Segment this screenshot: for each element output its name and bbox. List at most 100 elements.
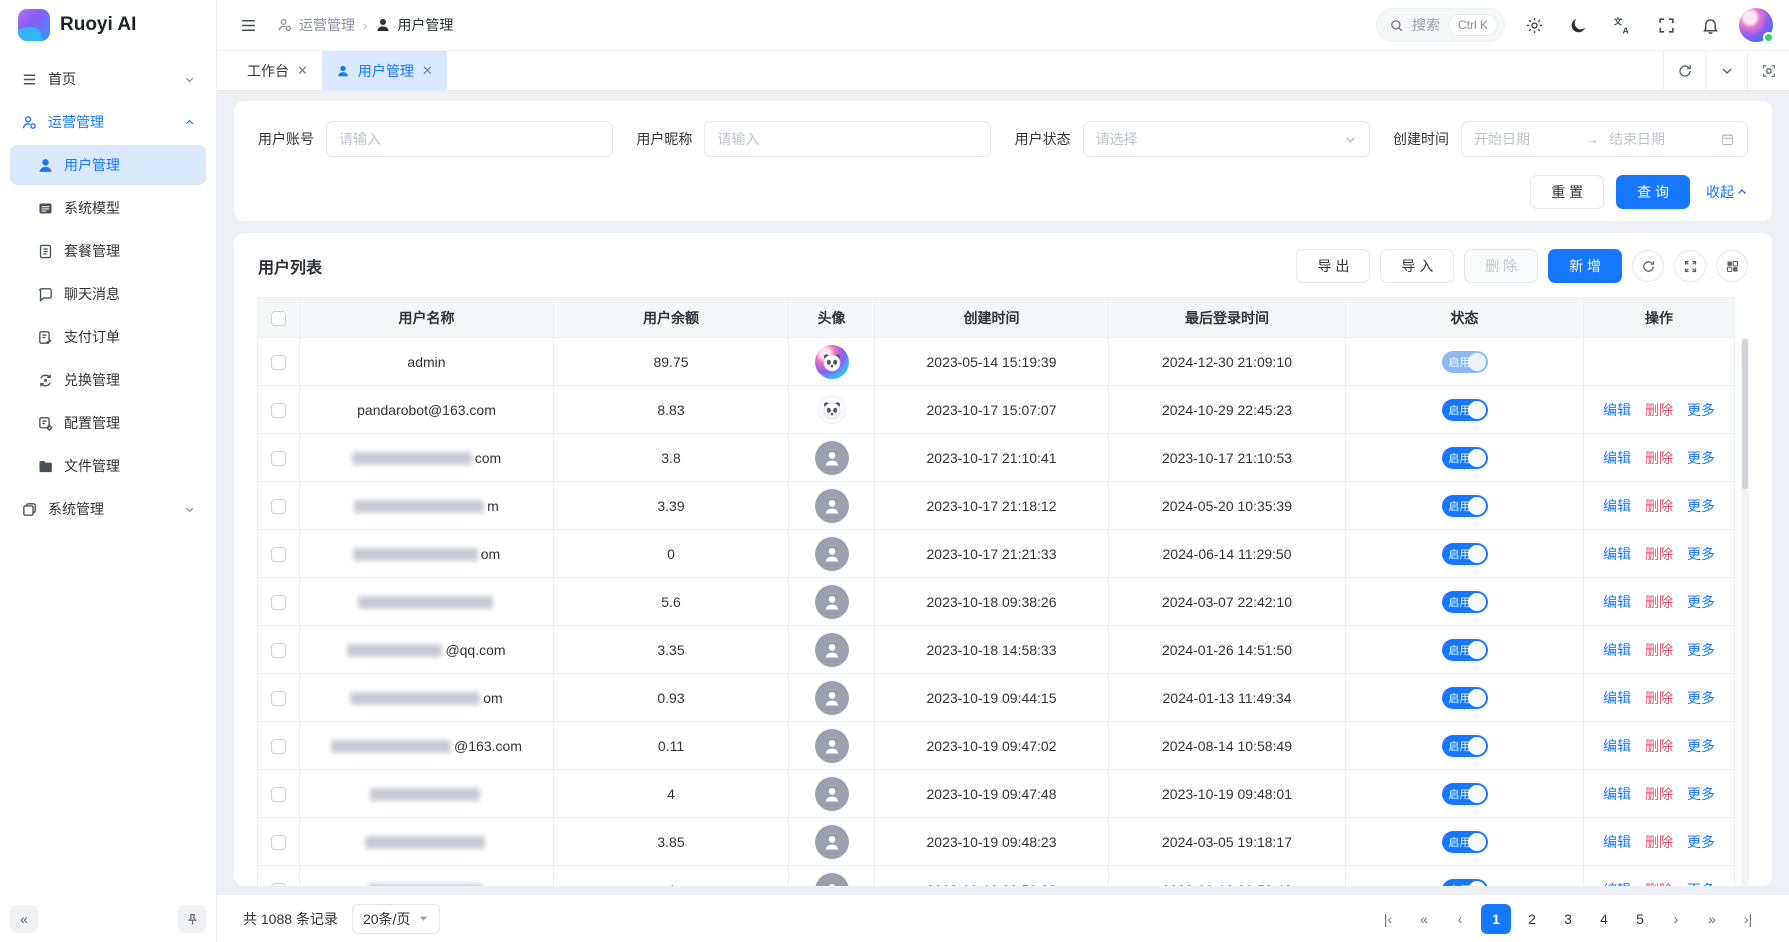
sidebar-item-支付订单[interactable]: 支付订单 xyxy=(10,317,206,357)
more-link[interactable]: 更多 xyxy=(1687,688,1715,708)
page-button-2[interactable]: 2 xyxy=(1517,904,1547,934)
prev-5-pages-button[interactable]: « xyxy=(1409,904,1439,934)
edit-link[interactable]: 编辑 xyxy=(1603,640,1631,660)
row-checkbox[interactable] xyxy=(271,547,286,562)
more-link[interactable]: 更多 xyxy=(1687,592,1715,612)
sidebar-item-文件管理[interactable]: 文件管理 xyxy=(10,446,206,486)
first-page-button[interactable]: |‹ xyxy=(1373,904,1403,934)
sidebar-item-聊天消息[interactable]: 聊天消息 xyxy=(10,274,206,314)
page-button-3[interactable]: 3 xyxy=(1553,904,1583,934)
delete-link[interactable]: 删除 xyxy=(1645,496,1673,516)
sidebar-item-系统模型[interactable]: 系统模型 xyxy=(10,188,206,228)
sidebar-item-套餐管理[interactable]: 套餐管理 xyxy=(10,231,206,271)
notifications-button[interactable] xyxy=(1695,10,1725,40)
more-link[interactable]: 更多 xyxy=(1687,448,1715,468)
sidebar-item-首页[interactable]: 首页 xyxy=(10,59,206,99)
row-checkbox[interactable] xyxy=(271,499,286,514)
status-toggle[interactable]: 启用 xyxy=(1442,591,1488,613)
status-toggle[interactable]: 启用 xyxy=(1442,447,1488,469)
row-checkbox[interactable] xyxy=(271,787,286,802)
table-refresh-button[interactable] xyxy=(1632,250,1664,282)
content-maximize-button[interactable] xyxy=(1747,51,1789,90)
delete-button[interactable]: 删 除 xyxy=(1464,249,1538,283)
dark-mode-button[interactable] xyxy=(1563,10,1593,40)
status-select[interactable]: 请选择 xyxy=(1083,121,1370,157)
select-all-checkbox[interactable] xyxy=(271,311,286,326)
edit-link[interactable]: 编辑 xyxy=(1603,880,1631,887)
next-5-pages-button[interactable]: » xyxy=(1697,904,1727,934)
edit-link[interactable]: 编辑 xyxy=(1603,688,1631,708)
scrollbar-thumb[interactable] xyxy=(1742,339,1748,489)
next-page-button[interactable]: › xyxy=(1661,904,1691,934)
import-button[interactable]: 导 入 xyxy=(1380,249,1454,283)
close-icon[interactable]: ✕ xyxy=(297,63,308,79)
more-link[interactable]: 更多 xyxy=(1687,544,1715,564)
sidebar-collapse-button[interactable]: « xyxy=(10,905,38,933)
delete-link[interactable]: 删除 xyxy=(1645,592,1673,612)
row-checkbox[interactable] xyxy=(271,355,286,370)
more-link[interactable]: 更多 xyxy=(1687,640,1715,660)
account-input[interactable] xyxy=(326,121,613,157)
edit-link[interactable]: 编辑 xyxy=(1603,592,1631,612)
prev-page-button[interactable]: ‹ xyxy=(1445,904,1475,934)
delete-link[interactable]: 删除 xyxy=(1645,736,1673,756)
tab-工作台[interactable]: 工作台✕ xyxy=(233,51,322,90)
status-toggle[interactable]: 启用 xyxy=(1442,399,1488,421)
row-checkbox[interactable] xyxy=(271,739,286,754)
breadcrumb-item-用户管理[interactable]: 用户管理 xyxy=(375,15,453,35)
page-size-select[interactable]: 20条/页 xyxy=(352,904,440,934)
row-checkbox[interactable] xyxy=(271,403,286,418)
edit-link[interactable]: 编辑 xyxy=(1603,496,1631,516)
last-page-button[interactable]: ›| xyxy=(1733,904,1763,934)
user-avatar[interactable] xyxy=(1739,8,1773,42)
status-toggle[interactable]: 启用 xyxy=(1442,783,1488,805)
row-checkbox[interactable] xyxy=(271,835,286,850)
more-link[interactable]: 更多 xyxy=(1687,736,1715,756)
row-checkbox[interactable] xyxy=(271,691,286,706)
status-toggle[interactable]: 启用 xyxy=(1442,831,1488,853)
more-link[interactable]: 更多 xyxy=(1687,784,1715,804)
sidebar-item-用户管理[interactable]: 用户管理 xyxy=(10,145,206,185)
reset-button[interactable]: 重 置 xyxy=(1530,175,1604,209)
page-button-4[interactable]: 4 xyxy=(1589,904,1619,934)
delete-link[interactable]: 删除 xyxy=(1645,640,1673,660)
hamburger-menu-button[interactable] xyxy=(233,10,263,40)
sidebar-item-配置管理[interactable]: 配置管理 xyxy=(10,403,206,443)
page-button-5[interactable]: 5 xyxy=(1625,904,1655,934)
delete-link[interactable]: 删除 xyxy=(1645,880,1673,887)
status-toggle[interactable]: 启用 xyxy=(1442,495,1488,517)
more-link[interactable]: 更多 xyxy=(1687,832,1715,852)
edit-link[interactable]: 编辑 xyxy=(1603,448,1631,468)
column-settings-button[interactable] xyxy=(1716,250,1748,282)
close-icon[interactable]: ✕ xyxy=(422,63,433,79)
edit-link[interactable]: 编辑 xyxy=(1603,736,1631,756)
table-fullscreen-button[interactable] xyxy=(1674,250,1706,282)
date-range-picker[interactable]: 开始日期 → 结束日期 xyxy=(1461,121,1748,157)
sidebar-item-系统管理[interactable]: 系统管理 xyxy=(10,489,206,529)
delete-link[interactable]: 删除 xyxy=(1645,448,1673,468)
delete-link[interactable]: 删除 xyxy=(1645,400,1673,420)
edit-link[interactable]: 编辑 xyxy=(1603,544,1631,564)
row-checkbox[interactable] xyxy=(271,643,286,658)
tab-menu-button[interactable] xyxy=(1705,51,1747,90)
page-button-1[interactable]: 1 xyxy=(1481,904,1511,934)
more-link[interactable]: 更多 xyxy=(1687,400,1715,420)
sidebar-item-运营管理[interactable]: 运营管理 xyxy=(10,102,206,142)
row-checkbox[interactable] xyxy=(271,451,286,466)
edit-link[interactable]: 编辑 xyxy=(1603,400,1631,420)
export-button[interactable]: 导 出 xyxy=(1296,249,1370,283)
breadcrumb-item-运营管理[interactable]: 运营管理 xyxy=(277,15,355,35)
status-toggle[interactable]: 启用 xyxy=(1442,543,1488,565)
status-toggle[interactable]: 启用 xyxy=(1442,639,1488,661)
status-toggle[interactable]: 启用 xyxy=(1442,687,1488,709)
language-button[interactable]: 文A xyxy=(1607,10,1637,40)
delete-link[interactable]: 删除 xyxy=(1645,832,1673,852)
row-checkbox[interactable] xyxy=(271,595,286,610)
sidebar-item-兑换管理[interactable]: 兑换管理 xyxy=(10,360,206,400)
brand-logo[interactable]: Ruoyi AI xyxy=(0,0,216,50)
status-toggle[interactable]: 启用 xyxy=(1442,879,1488,887)
sidebar-pin-button[interactable] xyxy=(178,905,206,933)
edit-link[interactable]: 编辑 xyxy=(1603,784,1631,804)
delete-link[interactable]: 删除 xyxy=(1645,688,1673,708)
global-search[interactable]: 搜索 Ctrl K xyxy=(1376,8,1505,42)
